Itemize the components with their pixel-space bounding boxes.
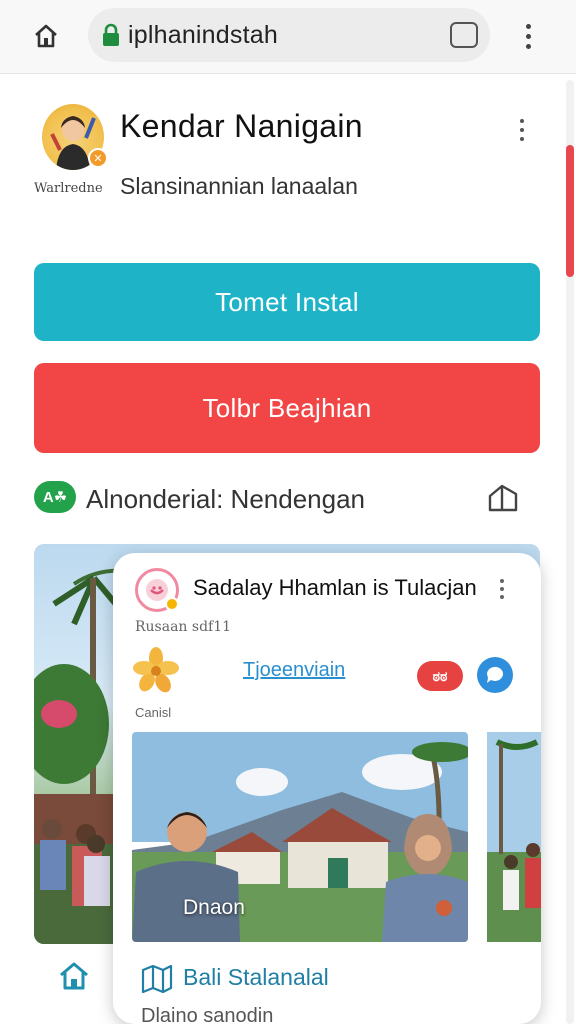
more-vert-icon[interactable]	[497, 577, 507, 601]
card-link[interactable]: Tjoeenviain	[243, 659, 345, 682]
lock-icon	[100, 22, 122, 48]
photo-overlay-text: Dnaon	[183, 896, 245, 919]
card-photo-secondary[interactable]	[487, 732, 541, 942]
more-vert-icon[interactable]	[514, 16, 542, 56]
browser-toolbar: iplhanindstah	[0, 0, 576, 74]
card-subtitle: Rusaan sdf11	[135, 619, 232, 635]
share-icon[interactable]	[484, 480, 522, 518]
popup-card[interactable]: Sadalay Hhamlan is Tulacjan Rusaan sdf11…	[113, 553, 541, 1024]
home-icon[interactable]	[56, 958, 92, 994]
flower-icon	[133, 647, 179, 693]
home-icon[interactable]	[28, 18, 64, 54]
status-dot-icon	[165, 597, 179, 611]
install-button[interactable]: Tomet Instal	[34, 263, 540, 341]
address-bar[interactable]: iplhanindstah	[88, 8, 490, 62]
card-caption: Canisl	[135, 705, 172, 720]
verified-badge-icon: ✕	[88, 148, 108, 168]
profile-subtitle: Slansinannian lanaalan	[120, 173, 358, 199]
more-vert-icon[interactable]	[514, 114, 530, 146]
tabs-icon[interactable]	[450, 22, 478, 48]
card-bottom-label[interactable]: Bali Stalanalal	[183, 964, 329, 991]
map-icon[interactable]	[139, 962, 173, 994]
reaction-pill[interactable]: ಠಠ	[417, 661, 463, 691]
chat-bubble-icon[interactable]	[477, 657, 513, 693]
scrollbar-thumb[interactable]	[566, 145, 574, 277]
card-bottom-subtitle: Dlaino sanodin	[141, 1005, 274, 1024]
secondary-action-button[interactable]: Tolbr Beajhian	[34, 363, 540, 453]
card-title: Sadalay Hhamlan is Tulacjan	[193, 575, 477, 600]
url-text: iplhanindstah	[128, 20, 278, 49]
info-text: Alnonderial: Nendengan	[86, 484, 365, 514]
profile-name: Kendar Nanigain	[120, 108, 363, 144]
ad-badge: A☘	[34, 481, 76, 513]
profile-badge-label: Warlredne	[34, 181, 103, 196]
